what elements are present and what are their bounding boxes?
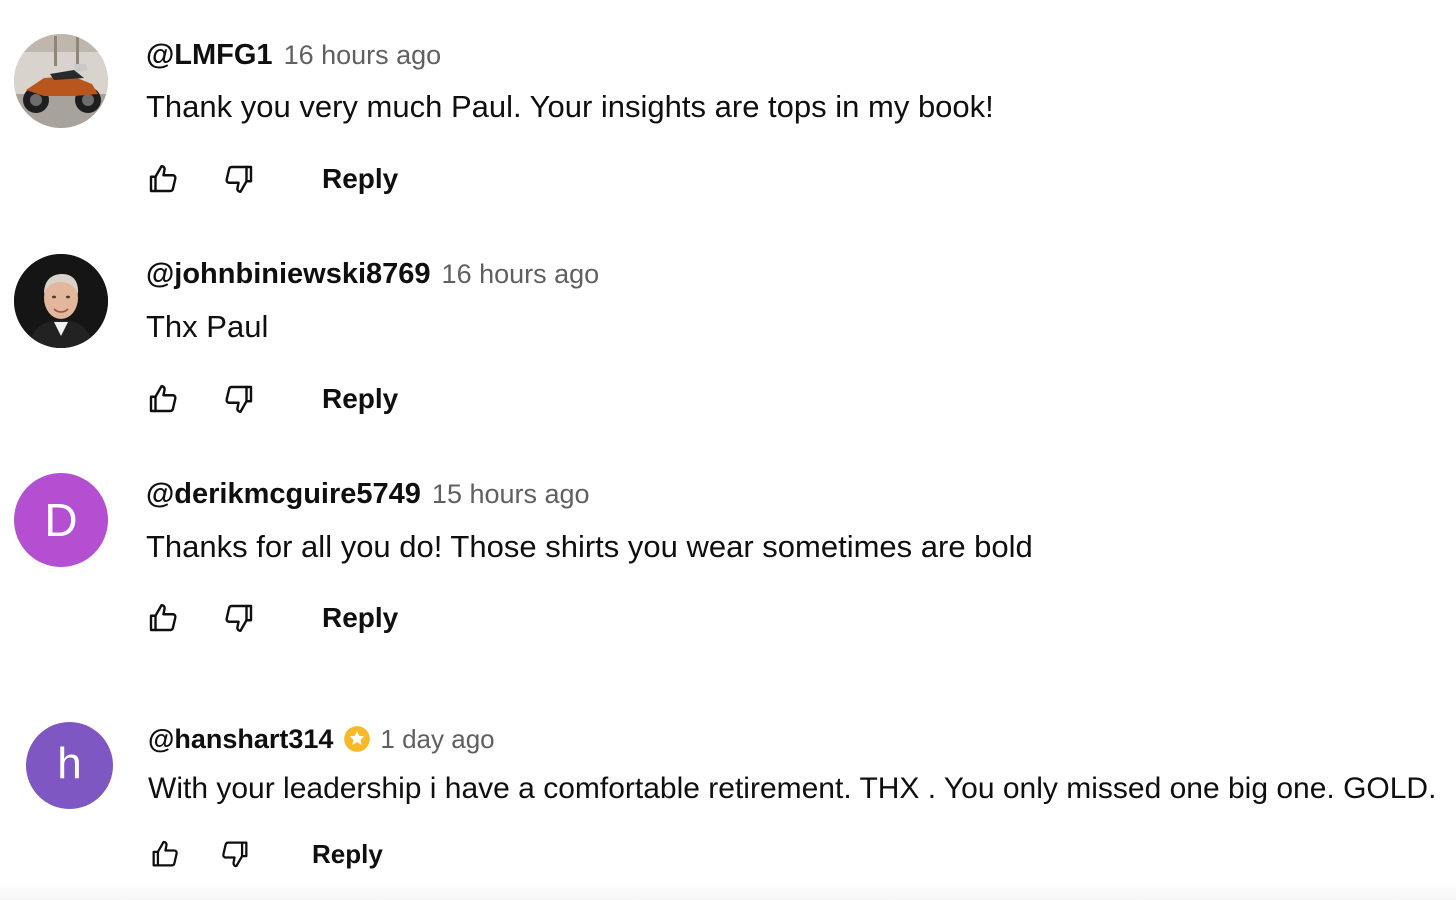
comment-timestamp[interactable]: 1 day ago xyxy=(380,724,494,755)
comment-timestamp[interactable]: 15 hours ago xyxy=(432,479,590,510)
reply-button[interactable]: Reply xyxy=(322,163,398,195)
reply-button[interactable]: Reply xyxy=(322,602,398,634)
comment-actions: Reply xyxy=(144,160,398,198)
thumbs-down-icon[interactable] xyxy=(220,160,258,198)
avatar[interactable] xyxy=(14,34,108,128)
thumbs-up-icon[interactable] xyxy=(144,599,182,637)
thumbs-down-icon[interactable] xyxy=(220,599,258,637)
avatar-letter: h xyxy=(57,738,82,788)
thumbs-down-icon[interactable] xyxy=(216,835,254,873)
comment-timestamp[interactable]: 16 hours ago xyxy=(284,40,442,71)
avatar[interactable]: D xyxy=(14,473,108,567)
comments-list: @LMFG1 16 hours ago Thank you very much … xyxy=(0,0,1456,900)
comment-item: @johnbiniewski8769 16 hours ago Thx Paul… xyxy=(0,215,1456,435)
thumbs-up-icon[interactable] xyxy=(144,380,182,418)
thumbs-up-icon[interactable] xyxy=(146,835,184,873)
thumbs-down-icon[interactable] xyxy=(220,380,258,418)
comment-author[interactable]: @hanshart314 xyxy=(148,724,333,755)
motorcycle-avatar-image xyxy=(14,34,108,128)
comment-item: D @derikmcguire5749 15 hours ago Thanks … xyxy=(0,435,1456,675)
comment-author[interactable]: @LMFG1 xyxy=(146,39,273,72)
comment-text: Thank you very much Paul. Your insights … xyxy=(146,89,994,124)
comment-author[interactable]: @johnbiniewski8769 xyxy=(146,258,431,291)
avatar-letter: D xyxy=(44,494,78,546)
portrait-avatar-image xyxy=(14,254,108,348)
reply-button[interactable]: Reply xyxy=(312,839,383,870)
comment-actions: Reply xyxy=(144,599,398,637)
comment-text: Thanks for all you do! Those shirts you … xyxy=(146,529,1033,564)
reply-button[interactable]: Reply xyxy=(322,383,398,415)
comment-text: Thx Paul xyxy=(146,309,269,344)
avatar[interactable]: h xyxy=(26,722,113,809)
comment-item: h @hanshart314 1 day ago With your leade… xyxy=(0,675,1456,900)
avatar[interactable] xyxy=(14,254,108,348)
bottom-edge-fade xyxy=(0,882,1456,900)
comment-author[interactable]: @derikmcguire5749 xyxy=(146,478,421,511)
comment-timestamp[interactable]: 16 hours ago xyxy=(442,259,600,290)
comment-actions: Reply xyxy=(144,380,398,418)
comment-item: @LMFG1 16 hours ago Thank you very much … xyxy=(0,0,1456,215)
thumbs-up-icon[interactable] xyxy=(144,160,182,198)
member-star-badge-icon xyxy=(343,725,371,753)
comment-actions: Reply xyxy=(146,835,383,873)
comment-text: With your leadership i have a comfortabl… xyxy=(148,772,1437,805)
